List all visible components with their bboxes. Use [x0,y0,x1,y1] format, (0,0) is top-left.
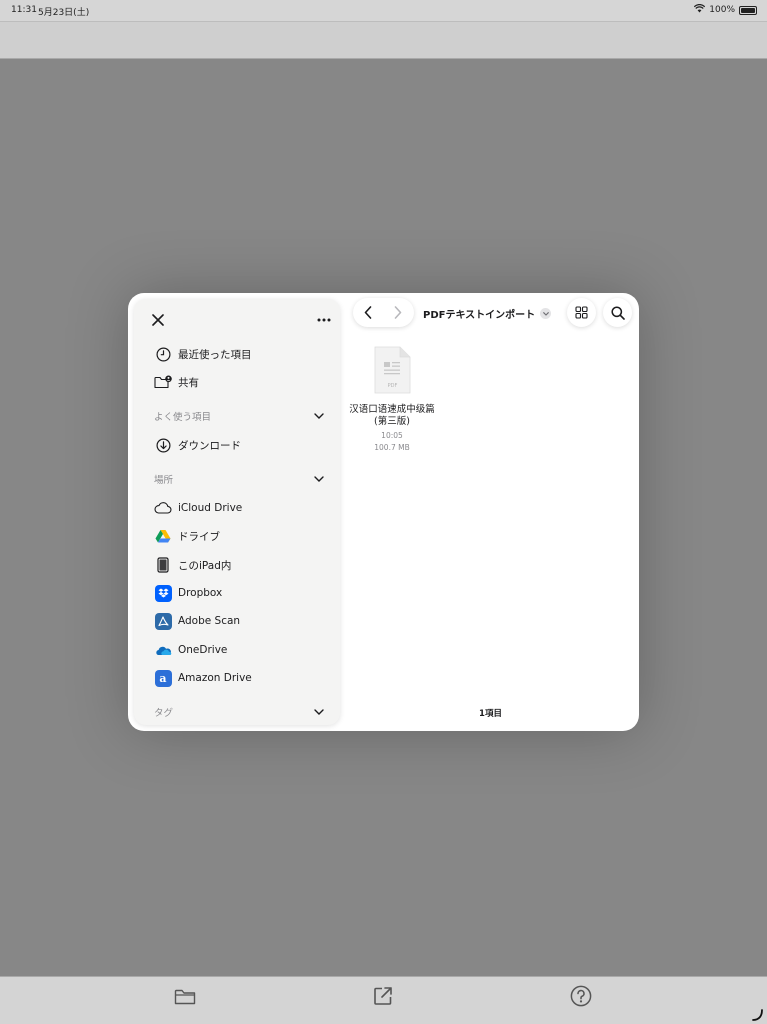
browser-sidebar: 最近使った項目 共有 よく使う項目 ダウンロード 場所 iCloud Drive… [134,299,340,725]
sidebar-item-label: ドライブ [178,530,220,543]
chevron-left-icon [364,306,372,319]
file-item[interactable]: PDF 汉语口语速成中级篇 (第三版) 10:05 100.7 MB [342,346,442,454]
sidebar-item-label: OneDrive [178,644,228,656]
more-button[interactable] [314,310,334,330]
app-navigation-bar [0,21,767,59]
resize-handle[interactable] [750,1007,764,1021]
files-button[interactable] [172,983,198,1009]
open-external-button[interactable] [370,983,396,1009]
sidebar-item-adobe-scan[interactable]: Adobe Scan [154,610,240,632]
sidebar-item-label: Adobe Scan [178,615,241,627]
sidebar-item-label: ダウンロード [178,439,241,452]
chevron-down-icon [540,308,552,319]
sidebar-item-recents[interactable]: 最近使った項目 [154,343,252,365]
status-date: 5月23日(土) [38,8,90,18]
status-right: 100% [694,3,757,16]
sidebar-item-label: 共有 [178,376,199,389]
shared-folder-icon [154,373,172,391]
file-name-line1: 汉语口语速成中级篇 [349,404,435,415]
back-button[interactable] [353,298,383,327]
onedrive-icon [154,641,172,659]
sidebar-item-label: このiPad内 [178,559,232,572]
battery-percent: 100% [709,5,735,15]
sidebar-item-label: Dropbox [178,587,223,599]
section-title: タグ [154,708,174,719]
status-time: 11:31 [11,5,37,15]
chevron-right-icon [394,306,402,319]
history-nav [353,298,414,327]
favorites-section-header[interactable]: よく使う項目 [154,408,324,424]
help-icon [570,985,592,1007]
locations-section-header[interactable]: 場所 [154,471,324,487]
icloud-icon [154,499,172,517]
close-icon [152,314,164,326]
sidebar-item-label: Amazon Drive [178,672,252,684]
download-icon [154,436,172,454]
pdf-file-icon: PDF [373,346,411,398]
sidebar-item-downloads[interactable]: ダウンロード [154,434,241,456]
chevron-down-icon [314,476,324,482]
section-title: よく使う項目 [154,412,212,423]
folder-title-menu[interactable]: PDFテキストインポート [423,306,552,321]
google-drive-icon [154,527,172,545]
status-bar: 11:31 5月23日(土) 100% [0,0,767,21]
resize-corner-icon [752,1009,763,1021]
forward-button[interactable] [383,298,413,327]
close-button[interactable] [148,310,168,330]
file-name: 汉语口语速成中级篇 (第三版) [349,404,435,428]
search-button[interactable] [603,298,632,327]
sidebar-item-label: iCloud Drive [178,502,243,514]
sidebar-item-shared[interactable]: 共有 [154,371,199,393]
ellipsis-icon [317,318,331,322]
bottom-toolbar [0,976,767,1024]
file-size: 100.7 MB [374,443,410,452]
tags-section-header[interactable]: タグ [154,704,324,720]
ipad-icon [154,556,172,574]
chevron-down-icon [314,413,324,419]
sidebar-item-this-ipad[interactable]: このiPad内 [154,554,231,576]
sidebar-item-dropbox[interactable]: Dropbox [154,582,222,604]
svg-text:PDF: PDF [388,383,398,389]
document-picker: 最近使った項目 共有 よく使う項目 ダウンロード 場所 iCloud Drive… [128,293,639,731]
grid-icon [575,306,588,319]
view-options-button[interactable] [567,298,596,327]
dropbox-icon [154,584,172,602]
file-name-line2: (第三版) [374,416,410,427]
item-count: 1項目 [479,709,502,719]
file-meta: 10:05 100.7 MB [374,430,409,454]
amazon-drive-icon: a [154,669,172,687]
external-link-icon [374,987,392,1005]
folder-icon [174,989,196,1004]
sidebar-item-onedrive[interactable]: OneDrive [154,639,227,661]
search-icon [610,305,625,320]
clock-icon [154,345,172,363]
help-button[interactable] [568,983,594,1009]
chevron-down-icon [314,709,324,715]
sidebar-item-label: 最近使った項目 [178,348,252,361]
file-date: 10:05 [381,431,403,440]
sidebar-item-icloud-drive[interactable]: iCloud Drive [154,497,242,519]
section-title: 場所 [154,475,174,486]
adobe-scan-icon [154,612,172,630]
sidebar-item-amazon-drive[interactable]: a Amazon Drive [154,667,252,689]
page-title: PDFテキストインポート [423,310,536,321]
wifi-icon [694,3,706,16]
sidebar-item-google-drive[interactable]: ドライブ [154,525,220,547]
battery-icon [739,5,757,15]
